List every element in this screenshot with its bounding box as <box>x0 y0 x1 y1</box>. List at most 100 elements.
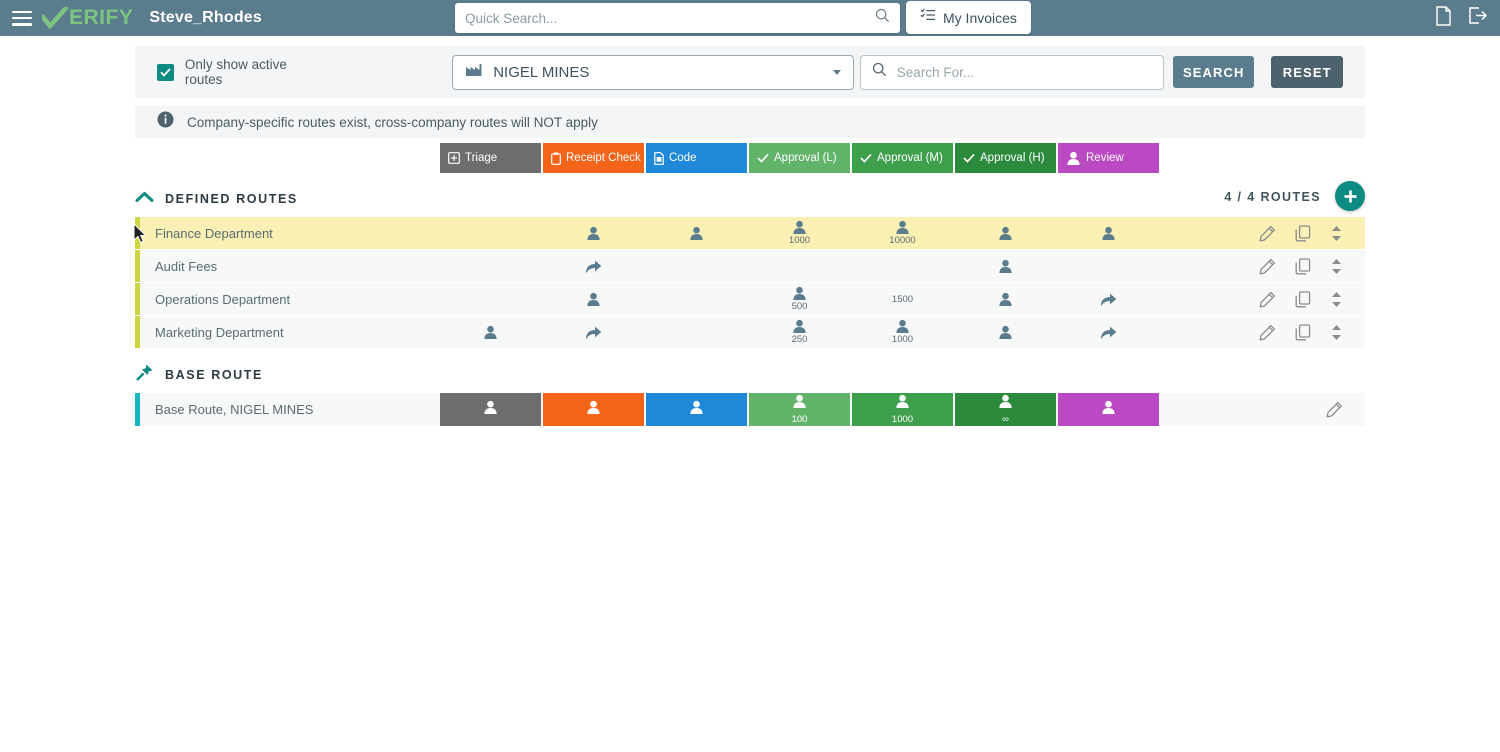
active-routes-checkbox[interactable] <box>157 63 174 81</box>
reorder-icon[interactable] <box>1330 291 1343 308</box>
route-cell-approval-l[interactable]: 250 <box>749 316 850 348</box>
row-actions <box>1159 250 1365 282</box>
clipboard-icon <box>551 151 561 165</box>
row-actions <box>1159 316 1365 348</box>
table-row[interactable]: Marketing Department 250 1000 <box>135 316 1365 349</box>
search-for-box[interactable] <box>859 54 1164 90</box>
base-route-cell-code[interactable] <box>646 393 747 426</box>
reorder-icon[interactable] <box>1330 324 1343 341</box>
route-cell-triage[interactable] <box>440 316 541 348</box>
row-spacer <box>425 316 440 348</box>
filter-toolbar: Only show active routes NIGEL MINES SEAR… <box>135 46 1365 98</box>
cell-threshold-value: 1000 <box>891 414 914 426</box>
top-navigation-bar: ERIFY Steve_Rhodes My Invoices <box>0 0 1500 36</box>
route-cell-triage[interactable] <box>440 283 541 315</box>
reorder-icon[interactable] <box>1330 258 1343 275</box>
route-cell-receipt-check[interactable] <box>543 283 644 315</box>
route-cell-triage[interactable] <box>440 217 541 249</box>
route-cell-code[interactable] <box>646 283 747 315</box>
edit-icon[interactable] <box>1259 225 1276 242</box>
base-route-cell-approval-m[interactable]: 1000 <box>852 393 953 426</box>
table-row[interactable]: Finance Department 1000 10000 <box>135 217 1365 250</box>
stage-header-row: Triage Receipt Check Code Approval (L) Appro… <box>440 143 1365 173</box>
my-invoices-button[interactable]: My Invoices <box>906 1 1031 34</box>
route-cell-receipt-check[interactable] <box>543 250 644 282</box>
stage-header-approval-l[interactable]: Approval (L) <box>749 143 850 173</box>
route-cell-review[interactable] <box>1058 250 1159 282</box>
route-cell-receipt-check[interactable] <box>543 217 644 249</box>
stage-header-code[interactable]: Code <box>646 143 747 173</box>
base-route-cell-approval-l[interactable]: 100 <box>749 393 850 426</box>
add-route-button[interactable] <box>1335 181 1365 211</box>
company-select[interactable]: NIGEL MINES <box>452 54 854 90</box>
active-routes-label: Only show active routes <box>184 57 287 87</box>
defined-routes-header[interactable]: DEFINED ROUTES <box>135 187 1365 211</box>
route-cell-approval-l[interactable] <box>749 250 850 282</box>
route-cell-approval-h[interactable] <box>955 250 1056 282</box>
base-route-list: Base Route, NIGEL MINES 100 1000 ∞ <box>135 393 1365 426</box>
active-routes-checkbox-row[interactable]: Only show active routes <box>157 57 327 87</box>
route-cell-review[interactable] <box>1058 283 1159 315</box>
file-icon <box>654 151 664 165</box>
reorder-icon[interactable] <box>1330 225 1343 242</box>
copy-icon[interactable] <box>1295 257 1311 275</box>
route-cell-code[interactable] <box>646 250 747 282</box>
copy-icon[interactable] <box>1295 224 1311 242</box>
edit-icon[interactable] <box>1259 324 1276 341</box>
stage-header-approval-h[interactable]: Approval (H) <box>955 143 1056 173</box>
cell-threshold-value: 500 <box>791 301 808 313</box>
edit-icon[interactable] <box>1326 401 1343 418</box>
edit-icon[interactable] <box>1259 291 1276 308</box>
route-cell-approval-h[interactable] <box>955 217 1056 249</box>
edit-icon[interactable] <box>1259 258 1276 275</box>
route-cell-receipt-check[interactable] <box>543 316 644 348</box>
route-cell-review[interactable] <box>1058 217 1159 249</box>
row-spacer <box>425 250 440 282</box>
copy-icon[interactable] <box>1295 290 1311 308</box>
route-cell-approval-m[interactable]: 1500 <box>852 283 953 315</box>
stage-header-approval-m[interactable]: Approval (M) <box>852 143 953 173</box>
base-route-cell-review[interactable] <box>1058 393 1159 426</box>
logo-text: ERIFY <box>69 6 134 29</box>
base-route-header[interactable]: BASE ROUTE <box>135 363 1365 387</box>
chevron-up-icon[interactable] <box>135 190 154 208</box>
route-cell-approval-h[interactable] <box>955 283 1056 315</box>
route-cell-approval-m[interactable] <box>852 250 953 282</box>
route-cell-approval-m[interactable]: 10000 <box>852 217 953 249</box>
route-cell-approval-l[interactable]: 500 <box>749 283 850 315</box>
route-cell-code[interactable] <box>646 316 747 348</box>
base-route-row[interactable]: Base Route, NIGEL MINES 100 1000 ∞ <box>135 393 1365 426</box>
route-cell-approval-h[interactable] <box>955 316 1056 348</box>
hamburger-menu-icon[interactable] <box>12 10 32 26</box>
person-icon <box>689 226 704 241</box>
base-route-cell-approval-h[interactable]: ∞ <box>955 393 1056 426</box>
stage-header-receipt-check[interactable]: Receipt Check <box>543 143 644 173</box>
document-icon[interactable] <box>1435 5 1452 31</box>
table-row[interactable]: Operations Department 500 1500 <box>135 283 1365 316</box>
quick-search-input[interactable] <box>465 10 875 26</box>
search-for-input[interactable] <box>896 64 1152 80</box>
base-route-cell-triage[interactable] <box>440 393 541 426</box>
route-name: Audit Fees <box>155 258 218 274</box>
reset-button[interactable]: RESET <box>1271 56 1343 88</box>
quick-search-box[interactable] <box>455 3 900 33</box>
person-icon <box>998 292 1013 307</box>
copy-icon[interactable] <box>1295 323 1311 341</box>
route-cell-approval-l[interactable]: 1000 <box>749 217 850 249</box>
forward-arrow-icon <box>1100 325 1117 340</box>
defined-routes-section: DEFINED ROUTES 4 / 4 ROUTES <box>135 181 1365 211</box>
route-cell-triage[interactable] <box>440 250 541 282</box>
route-cell-approval-m[interactable]: 1000 <box>852 316 953 348</box>
search-button[interactable]: SEARCH <box>1172 56 1255 88</box>
route-count-label: 4 / 4 ROUTES <box>1224 190 1321 204</box>
person-icon <box>998 394 1013 414</box>
route-cell-review[interactable] <box>1058 316 1159 348</box>
stage-header-triage[interactable]: Triage <box>440 143 541 173</box>
stage-header-review[interactable]: Review <box>1058 143 1159 173</box>
company-select-value: NIGEL MINES <box>493 63 590 81</box>
table-row[interactable]: Audit Fees <box>135 250 1365 283</box>
route-cell-code[interactable] <box>646 217 747 249</box>
base-route-cell-receipt-check[interactable] <box>543 393 644 426</box>
check-icon <box>963 153 975 163</box>
logout-icon[interactable] <box>1468 6 1488 30</box>
